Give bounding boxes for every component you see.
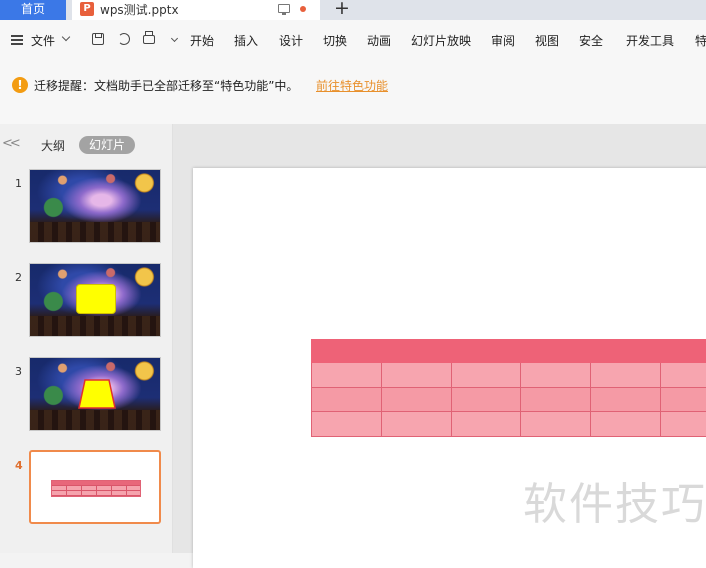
menu-view[interactable]: 视图 [535,32,559,49]
table-cell[interactable] [520,338,592,364]
warning-icon: ! [12,77,28,93]
slide-thumbnail-1[interactable] [29,169,161,243]
add-tab-button[interactable]: + [334,0,350,19]
table-cell[interactable] [311,386,382,413]
tab-document-title: wps测试.pptx [100,3,179,17]
table-cell[interactable] [380,338,452,364]
menu-bar: 文件 开始 插入 设计 切换 动画 幻灯片放映 审阅 视图 安全 开发工具 特 [0,20,706,60]
table-cell[interactable] [450,362,522,388]
goto-special-features-link[interactable]: 前往特色功能 [316,77,388,94]
tab-outline[interactable]: 大纲 [41,137,65,154]
table-cell[interactable] [660,386,706,413]
undo-icon[interactable] [118,33,130,45]
tab-home[interactable]: 首页 [0,0,66,20]
table-cell[interactable] [380,411,452,437]
table-cell[interactable] [380,362,452,388]
table-cell[interactable] [311,411,382,437]
table-cell[interactable] [380,386,452,413]
table-cell[interactable] [311,362,382,388]
monitor-icon[interactable] [278,4,290,15]
menu-animation[interactable]: 动画 [367,32,391,49]
more-chevron-icon[interactable] [170,34,179,43]
yellow-trapezoid [78,379,116,409]
menu-start[interactable]: 开始 [190,32,214,49]
menu-security[interactable]: 安全 [579,32,603,49]
table-cell[interactable] [520,411,592,437]
menu-review[interactable]: 审阅 [491,32,515,49]
slide-number: 4 [15,459,23,472]
space-background-image [30,170,160,242]
slide-number: 2 [15,271,22,284]
mini-table-preview [51,480,141,497]
ppt-file-icon: P [80,2,94,16]
table-cell[interactable] [520,386,592,413]
menu-slideshow[interactable]: 幻灯片放映 [411,32,471,49]
table-cell[interactable] [660,411,706,437]
slide-thumbnail-4[interactable] [29,450,161,524]
menu-transition[interactable]: 切换 [323,32,347,49]
table-cell[interactable] [590,386,662,413]
table-cell[interactable] [450,338,522,364]
slide-editor: 软件技巧 [173,124,706,568]
slide-number: 3 [15,365,22,378]
collapse-panel-icon[interactable]: << [2,136,21,151]
slide-number: 1 [15,177,22,190]
table-cell[interactable] [660,338,706,364]
table-cell[interactable] [311,338,382,364]
table-cell[interactable] [450,386,522,413]
hamburger-menu-icon[interactable] [11,35,23,45]
yellow-rounded-rectangle [76,284,116,314]
slide-table[interactable] [311,338,706,437]
migration-notice: ! 迁移提醒：文档助手已全部迁移至“特色功能”中。 前往特色功能 [0,60,706,125]
tab-document[interactable]: P wps测试.pptx [72,0,320,20]
tab-slides[interactable]: 幻灯片 [79,136,135,154]
unsaved-dot-icon [300,6,306,12]
table-cell[interactable] [590,411,662,437]
menu-special-features[interactable]: 特 [695,32,706,49]
table-cell[interactable] [660,362,706,388]
menu-developer-tools[interactable]: 开发工具 [626,32,674,49]
table-cell[interactable] [590,362,662,388]
watermark-text: 软件技巧 [523,479,706,530]
menu-file[interactable]: 文件 [31,32,55,49]
chevron-down-icon[interactable] [61,32,71,42]
table-cell[interactable] [590,338,662,364]
menu-insert[interactable]: 插入 [234,32,258,49]
menu-design[interactable]: 设计 [279,32,303,49]
table-cell[interactable] [450,411,522,437]
slides-panel: << 大纲 幻灯片 1 2 3 4 [0,124,173,553]
print-icon[interactable] [143,31,155,44]
slide-thumbnail-3[interactable] [29,357,161,431]
slide-canvas[interactable]: 软件技巧 [193,168,706,568]
table-cell[interactable] [520,362,592,388]
slide-thumbnail-2[interactable] [29,263,161,337]
tab-bar: 首页 P wps测试.pptx + [0,0,706,20]
notice-message: 迁移提醒：文档助手已全部迁移至“特色功能”中。 [34,79,299,93]
save-icon[interactable] [92,33,104,45]
